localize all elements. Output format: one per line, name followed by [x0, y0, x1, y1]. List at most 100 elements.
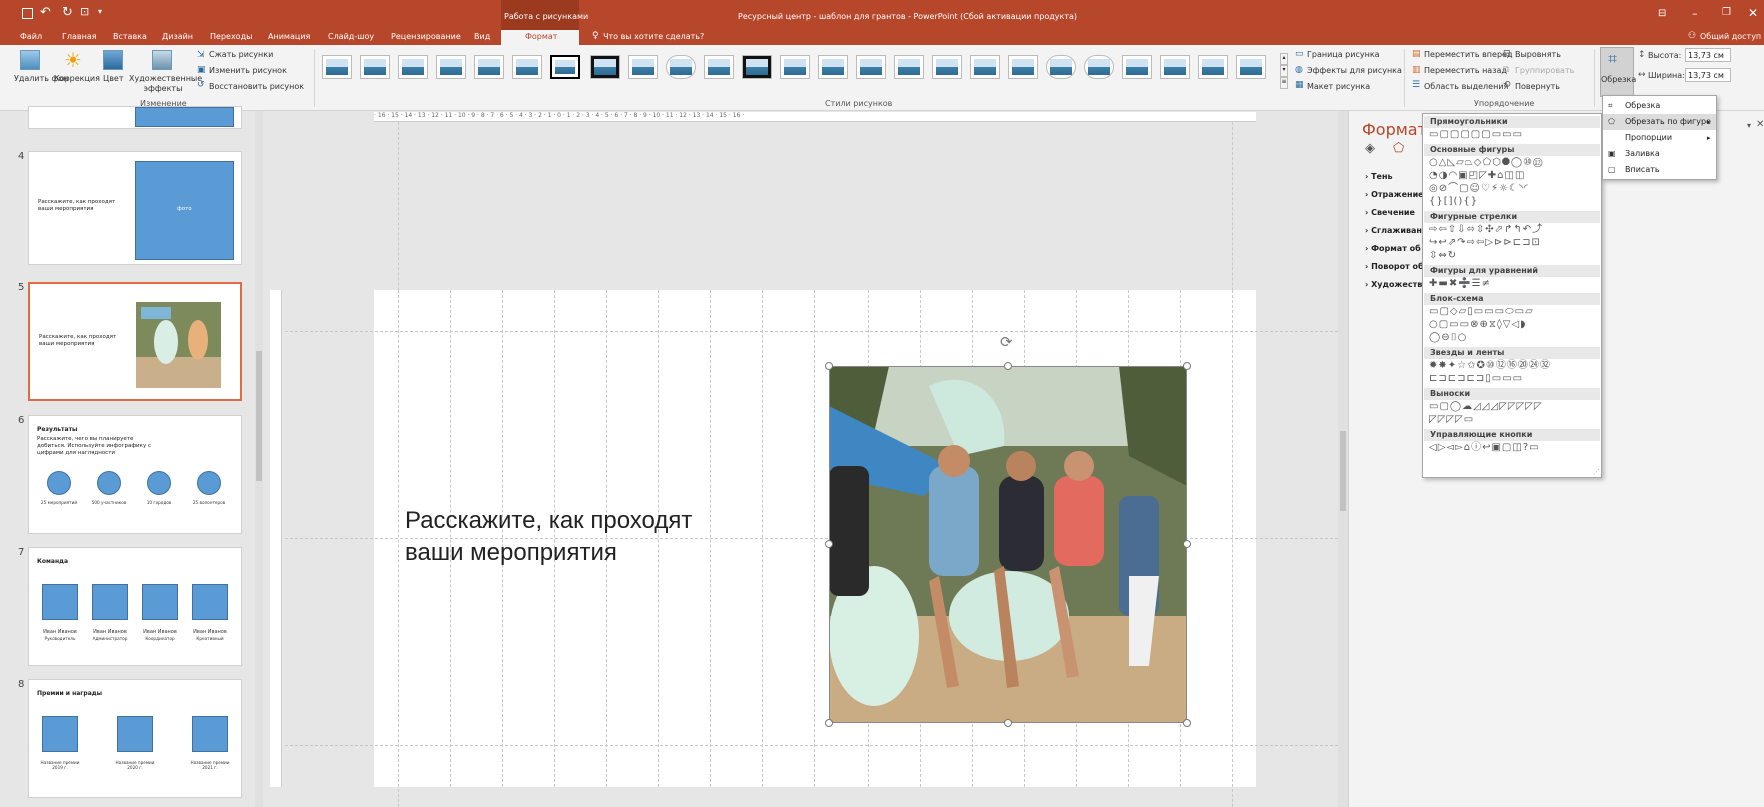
tab-transitions[interactable]: Переходы — [210, 32, 252, 41]
slide-thumbnail-5[interactable]: Расскажите, как проходят ваши мероприяти… — [28, 282, 242, 401]
restore-icon[interactable]: ❐ — [1722, 7, 1731, 18]
menu-item-crop-to-shape[interactable]: ⬠ Обрезать по фигуре ▸ — [1603, 114, 1716, 130]
shape-row-basic-3[interactable]: ◎⊘⌒▢☺♡⚡☼☾◝◜ — [1429, 183, 1529, 195]
send-backward-button[interactable]: Переместить назад — [1424, 66, 1507, 75]
rotate-handle-icon[interactable]: ⟳ — [1000, 333, 1013, 351]
picture-style-4[interactable] — [436, 55, 466, 79]
corrections-button[interactable]: Коррекция — [54, 74, 100, 83]
effects-icon[interactable]: ⬠ — [1393, 141, 1404, 156]
picture-style-16[interactable] — [894, 55, 924, 79]
tab-home[interactable]: Главная — [62, 32, 97, 41]
undo-icon[interactable]: ↶ — [40, 5, 51, 20]
picture-effects-button[interactable]: Эффекты для рисунка — [1307, 66, 1402, 75]
picture-style-15[interactable] — [856, 55, 886, 79]
picture-style-24[interactable] — [1198, 55, 1228, 79]
picture-style-11[interactable] — [704, 55, 734, 79]
shape-row-rectangles[interactable]: ▭▢▢▢▢▢▭▭▭ — [1429, 129, 1523, 141]
picture-style-2[interactable] — [360, 55, 390, 79]
shape-row-basic-4[interactable]: {}[](){} — [1429, 196, 1478, 208]
menu-item-aspect-ratio[interactable]: Пропорции ▸ — [1603, 130, 1716, 146]
resize-handle[interactable] — [1004, 362, 1012, 370]
slide-text-box[interactable]: Расскажите, как проходят ваши мероприяти… — [405, 505, 692, 569]
gallery-scroll-up-icon[interactable]: ▴ — [1280, 53, 1288, 65]
resize-handle[interactable] — [825, 719, 833, 727]
picture-layout-button[interactable]: Макет рисунка — [1307, 82, 1370, 91]
shape-row-equation[interactable]: ✚▬✖➗☰≠ — [1429, 278, 1491, 290]
shape-row-basic-1[interactable]: ○△◺▱⏢◇⬠⬡⯃◯⑩⑫ — [1429, 157, 1543, 169]
height-input[interactable]: 13,73 см — [1685, 48, 1731, 62]
pane-section-artistic[interactable]: › Художеств — [1365, 280, 1422, 289]
customize-icon[interactable]: ▾ — [98, 7, 102, 16]
tab-animations[interactable]: Анимация — [268, 32, 310, 41]
gallery-scroll-down-icon[interactable]: ▾ — [1280, 65, 1288, 77]
tell-me-input[interactable]: Что вы хотите сделать? — [603, 32, 704, 41]
slide-thumbnail-7[interactable]: Команда Иван Иванов Иван Иванов Иван Ива… — [28, 547, 242, 666]
tab-design[interactable]: Дизайн — [162, 32, 193, 41]
resize-handle[interactable] — [825, 540, 833, 548]
picture-border-button[interactable]: Граница рисунка — [1307, 50, 1380, 59]
menu-item-fit[interactable]: ▢ Вписать — [1603, 162, 1716, 178]
picture-style-19[interactable] — [1008, 55, 1038, 79]
resize-handle[interactable] — [1183, 540, 1191, 548]
ribbon-display-icon[interactable]: ⊟ — [1658, 8, 1666, 19]
change-picture-button[interactable]: Изменить рисунок — [209, 66, 287, 75]
shape-row-arrows-3[interactable]: ⇳⇔↻ — [1429, 250, 1457, 262]
shape-row-stars-1[interactable]: ✹✸✦☆✩✪⑩⑫⑯⑳㉔㉜ — [1429, 360, 1551, 372]
scroll-thumb[interactable] — [1340, 431, 1346, 511]
close-icon[interactable]: ✕ — [1748, 6, 1758, 20]
fill-line-icon[interactable]: ◈ — [1365, 141, 1375, 156]
share-button[interactable]: Общий доступ — [1700, 32, 1761, 41]
editor-scrollbar[interactable] — [1338, 111, 1348, 807]
picture-style-5[interactable] — [474, 55, 504, 79]
resize-handle[interactable] — [825, 362, 833, 370]
picture-style-14[interactable] — [818, 55, 848, 79]
tab-review[interactable]: Рецензирование — [391, 32, 461, 41]
tab-slideshow[interactable]: Слайд-шоу — [328, 32, 374, 41]
slide-thumbnail-3[interactable] — [28, 106, 242, 129]
menu-item-fill[interactable]: ▣ Заливка — [1603, 146, 1716, 162]
menu-item-crop[interactable]: ⌗ Обрезка — [1603, 98, 1716, 114]
selection-pane-button[interactable]: Область выделения — [1424, 82, 1508, 91]
shape-row-callouts-1[interactable]: ▭▢◯☁◿◿◿◸◸◸◸◸ — [1429, 401, 1543, 413]
picture-style-23[interactable] — [1160, 55, 1190, 79]
picture-style-1[interactable] — [322, 55, 352, 79]
picture-style-22[interactable] — [1122, 55, 1152, 79]
shape-row-stars-2[interactable]: ⊏⊐⊏⊐⊏⊐▯▭▭▭ — [1429, 373, 1523, 385]
slide-thumbnail-4[interactable]: Расскажите, как проходят ваши мероприяти… — [28, 151, 242, 265]
shape-row-arrows-1[interactable]: ⇨⇦⇧⇩⬄⇳✣⬀↱↰↶⤴ — [1429, 224, 1543, 236]
picture-style-12[interactable] — [742, 55, 772, 79]
color-button[interactable]: Цвет — [103, 74, 124, 83]
pane-section-shadow[interactable]: › Тень — [1365, 172, 1393, 181]
pane-section-reflection[interactable]: › Отражение — [1365, 190, 1424, 199]
presentation-icon[interactable]: ⊡ — [80, 5, 89, 18]
tab-view[interactable]: Вид — [474, 32, 490, 41]
picture-style-3[interactable] — [398, 55, 428, 79]
picture-style-13[interactable] — [780, 55, 810, 79]
bring-forward-button[interactable]: Переместить вперед — [1424, 50, 1512, 59]
shape-row-flowchart-3[interactable]: ◯⊖⌷○ — [1429, 332, 1467, 344]
resize-handle[interactable] — [1004, 719, 1012, 727]
resize-handle[interactable] — [1183, 719, 1191, 727]
rotate-button[interactable]: Повернуть — [1515, 82, 1560, 91]
slide-thumbnail-6[interactable]: Результаты Расскажите, чего вы планирует… — [28, 415, 242, 534]
minimize-icon[interactable]: – — [1692, 7, 1698, 20]
artistic-effects-button[interactable]: Художественные эффекты — [129, 74, 202, 94]
picture-style-6[interactable] — [512, 55, 542, 79]
pane-close-icon[interactable]: ✕ — [1756, 119, 1764, 130]
reset-picture-button[interactable]: Восстановить рисунок — [209, 82, 304, 91]
picture-style-20[interactable] — [1046, 55, 1076, 79]
picture-style-21[interactable] — [1084, 55, 1114, 79]
pane-section-soft-edges[interactable]: › Сглаживан — [1365, 226, 1422, 235]
pane-section-3d-format[interactable]: › Формат об — [1365, 244, 1421, 253]
shape-row-flowchart-1[interactable]: ▭▢◇▱▯▭▭▭⬭▭▱ — [1429, 306, 1534, 318]
shape-row-basic-2[interactable]: ◔◑◠▣◰◸✚⌂◫◫ — [1429, 170, 1525, 182]
save-icon[interactable] — [22, 8, 33, 19]
picture-style-25[interactable] — [1236, 55, 1266, 79]
tab-file[interactable]: Файл — [20, 32, 42, 41]
pane-section-glow[interactable]: › Свечение — [1365, 208, 1415, 217]
group-button[interactable]: Группировать — [1515, 66, 1574, 75]
picture-style-17[interactable] — [932, 55, 962, 79]
gallery-more-icon[interactable]: ≡ — [1280, 77, 1288, 89]
shape-row-callouts-2[interactable]: ◸◸◸◸▭ — [1429, 414, 1474, 426]
shape-row-action-buttons[interactable]: ◁▷◅▻⌂ⓘ↩▣▢◫?▭ — [1429, 442, 1540, 454]
